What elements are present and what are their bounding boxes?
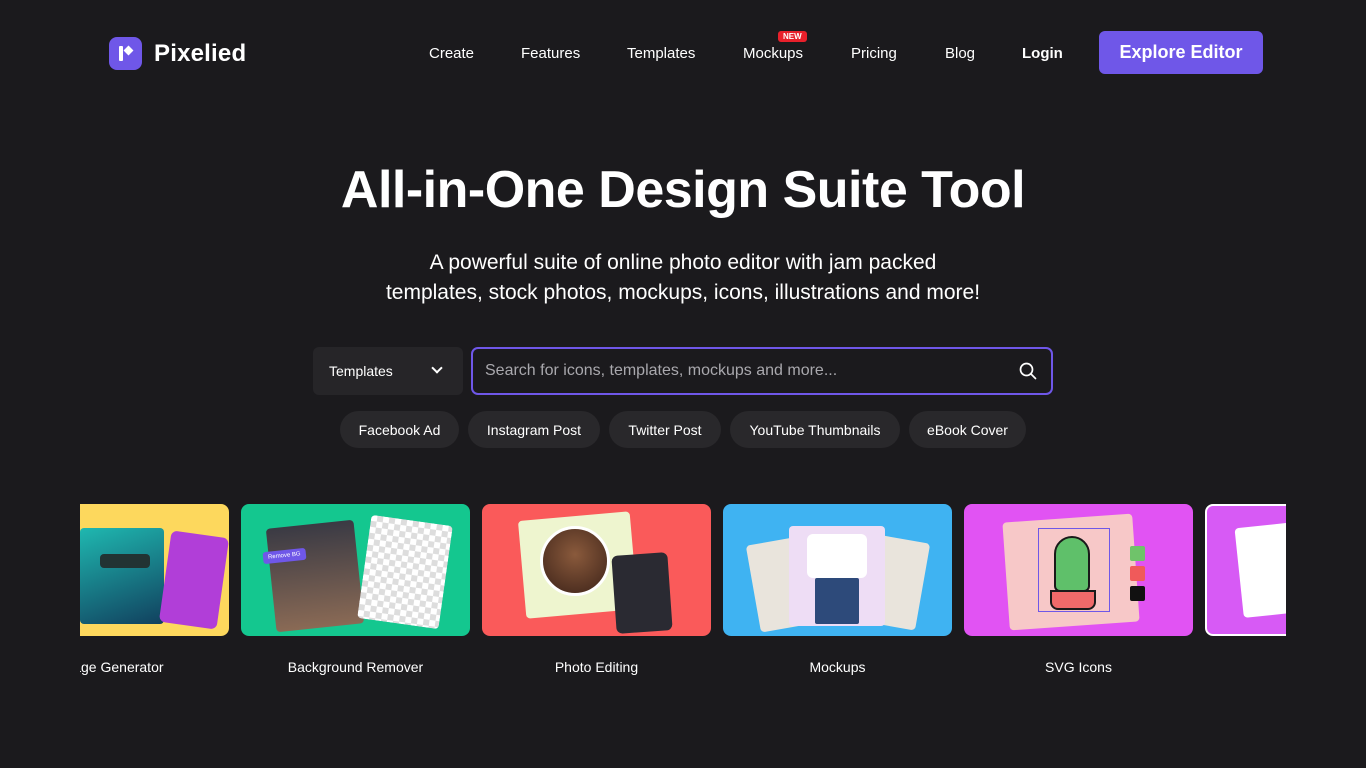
cactus-icon xyxy=(1054,536,1090,592)
tool-label-mockups[interactable]: Mockups xyxy=(723,659,952,675)
swatch-green xyxy=(1130,546,1145,561)
logo[interactable]: Pixelied xyxy=(109,37,246,70)
tool-label-svg-icons[interactable]: SVG Icons xyxy=(964,659,1193,675)
new-badge: NEW xyxy=(778,31,807,42)
vr-goggles-shape xyxy=(100,554,150,568)
suggestion-chip-ebook-cover[interactable]: eBook Cover xyxy=(909,411,1026,448)
nav-mockups[interactable]: Mockups xyxy=(743,45,803,62)
tools-carousel[interactable]: ✦ nage Generator Remove BG Background Re… xyxy=(80,504,1286,694)
hero-title: All-in-One Design Suite Tool xyxy=(340,161,1026,219)
ai-portrait-image xyxy=(80,528,164,624)
category-select[interactable]: Templates xyxy=(313,347,463,395)
portrait-after-image xyxy=(357,514,453,630)
search-icon[interactable] xyxy=(1019,362,1037,380)
swatch-black xyxy=(1130,586,1145,601)
portrait-photo xyxy=(540,526,610,596)
hero-subtitle: A powerful suite of online photo editor … xyxy=(0,248,1366,308)
explore-editor-button[interactable]: Explore Editor xyxy=(1099,31,1263,74)
hero-subtitle-line-1: A powerful suite of online photo editor … xyxy=(429,251,937,274)
swatch-red xyxy=(1130,566,1145,581)
jeans-shape xyxy=(815,578,859,624)
tool-card-background-remover[interactable]: Remove BG xyxy=(241,504,470,636)
tool-card-image-generator[interactable]: ✦ xyxy=(80,504,229,636)
suggestion-chip-twitter-post[interactable]: Twitter Post xyxy=(609,411,721,448)
tool-label-background-remover[interactable]: Background Remover xyxy=(241,659,470,675)
search-box xyxy=(471,347,1053,395)
chevron-down-icon xyxy=(431,362,443,374)
suggestion-chip-youtube-thumbnails[interactable]: YouTube Thumbnails xyxy=(730,411,900,448)
3d-shape-card xyxy=(1234,520,1286,618)
tool-label-photo-editing[interactable]: Photo Editing xyxy=(482,659,711,675)
search-input[interactable] xyxy=(485,349,1005,393)
logo-mark-icon xyxy=(109,37,142,70)
nav-pricing[interactable]: Pricing xyxy=(851,45,897,62)
login-link[interactable]: Login xyxy=(1022,45,1063,62)
nav-blog[interactable]: Blog xyxy=(945,45,975,62)
ai-art-image xyxy=(158,530,229,630)
tool-card-s[interactable] xyxy=(1205,504,1286,636)
nav-features[interactable]: Features xyxy=(521,45,580,62)
tool-card-svg-icons[interactable] xyxy=(964,504,1193,636)
tool-label-s[interactable]: S xyxy=(1205,659,1286,675)
pot-shape xyxy=(1050,590,1096,610)
tool-card-photo-editing[interactable] xyxy=(482,504,711,636)
portrait-before-image xyxy=(265,519,365,633)
hero-subtitle-line-2: templates, stock photos, mockups, icons,… xyxy=(385,281,981,304)
tshirt-shape xyxy=(807,534,867,578)
tool-label-image-generator[interactable]: nage Generator xyxy=(80,659,229,675)
suggestion-chip-facebook-ad[interactable]: Facebook Ad xyxy=(340,411,459,448)
nav-create[interactable]: Create xyxy=(429,45,474,62)
tool-card-mockups[interactable] xyxy=(723,504,952,636)
frames-panel xyxy=(611,552,673,634)
suggestion-chip-instagram-post[interactable]: Instagram Post xyxy=(468,411,600,448)
nav-templates[interactable]: Templates xyxy=(627,45,695,62)
brand-name: Pixelied xyxy=(154,39,247,67)
category-select-value: Templates xyxy=(329,363,393,379)
